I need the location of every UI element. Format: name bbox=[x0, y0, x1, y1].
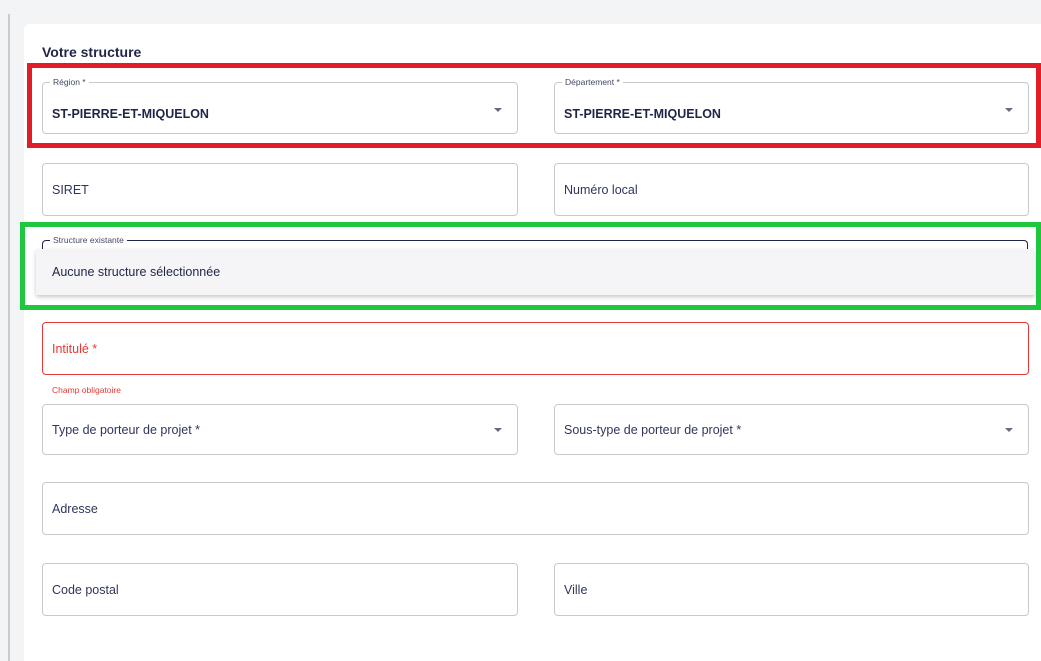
type-porteur-placeholder: Type de porteur de projet * bbox=[52, 423, 201, 437]
chevron-down-icon bbox=[494, 428, 502, 432]
sous-type-porteur-placeholder: Sous-type de porteur de projet * bbox=[564, 423, 742, 437]
siret-placeholder: SIRET bbox=[52, 183, 89, 197]
adresse-input[interactable]: Adresse bbox=[42, 482, 1029, 535]
ville-placeholder: Ville bbox=[564, 583, 588, 597]
code-postal-input[interactable]: Code postal bbox=[42, 563, 518, 616]
adresse-placeholder: Adresse bbox=[52, 502, 98, 516]
left-divider bbox=[8, 14, 10, 661]
siret-input[interactable]: SIRET bbox=[42, 163, 518, 216]
highlight-box-red bbox=[27, 63, 1041, 148]
type-porteur-select[interactable]: Type de porteur de projet * bbox=[42, 404, 518, 455]
numero-local-input[interactable]: Numéro local bbox=[554, 163, 1029, 216]
sous-type-porteur-select[interactable]: Sous-type de porteur de projet * bbox=[554, 404, 1029, 455]
intitule-error-message: Champ obligatoire bbox=[52, 385, 121, 395]
highlight-box-green bbox=[20, 222, 1041, 310]
code-postal-placeholder: Code postal bbox=[52, 583, 119, 597]
numero-local-placeholder: Numéro local bbox=[564, 183, 638, 197]
intitule-placeholder: Intitulé * bbox=[52, 342, 98, 356]
chevron-down-icon bbox=[1005, 428, 1013, 432]
intitule-input[interactable]: Intitulé * bbox=[42, 322, 1029, 375]
ville-input[interactable]: Ville bbox=[554, 563, 1029, 616]
section-title: Votre structure bbox=[42, 44, 142, 60]
